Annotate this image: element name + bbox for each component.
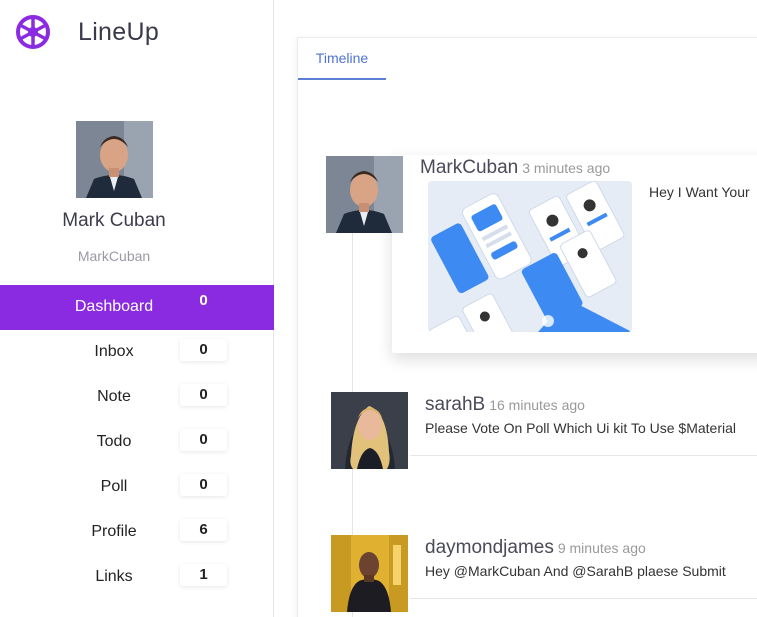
- count-badge: 0: [180, 384, 227, 406]
- sidebar-item-todo[interactable]: Todo 0: [0, 420, 274, 465]
- post-timestamp: 16 minutes ago: [489, 397, 585, 413]
- avatar[interactable]: [331, 535, 408, 612]
- divider: [410, 598, 757, 599]
- brand[interactable]: LineUp: [16, 14, 159, 50]
- sidebar-item-dashboard[interactable]: Dashboard 0: [0, 285, 274, 330]
- sidebar-item-profile[interactable]: Profile 6: [0, 510, 274, 555]
- count-badge: 0: [180, 339, 227, 361]
- post-timestamp: 3 minutes ago: [522, 160, 611, 176]
- post-username[interactable]: MarkCuban: [420, 157, 518, 178]
- count-badge: 6: [180, 519, 227, 541]
- avatar[interactable]: [75, 121, 153, 198]
- post-timestamp: 9 minutes ago: [557, 540, 646, 556]
- tab-timeline[interactable]: Timeline: [298, 38, 386, 80]
- count-badge: 0: [180, 474, 227, 496]
- profile-card: Mark Cuban MarkCuban: [0, 121, 228, 264]
- app-name: LineUp: [78, 17, 160, 46]
- post-header: MarkCuban 3 minutes ago: [420, 157, 610, 179]
- sidebar-item-poll[interactable]: Poll 0: [0, 465, 274, 510]
- divider: [410, 455, 757, 456]
- post-username[interactable]: sarahB: [425, 394, 485, 415]
- sidebar: LineUp Mark Cuban MarkCuban Dashboard 0 …: [0, 0, 274, 617]
- avatar[interactable]: [331, 392, 408, 469]
- profile-handle: MarkCuban: [77, 248, 151, 264]
- hub-icon: [16, 15, 50, 49]
- post-text: Hey I Want Your: [649, 184, 750, 200]
- avatar[interactable]: [326, 156, 403, 233]
- post-header: daymondjames 9 minutes ago: [425, 537, 646, 559]
- count-badge: 1: [180, 564, 227, 586]
- post-text: Hey @MarkCuban And @SarahB plaese Submit: [425, 563, 726, 579]
- post-header: sarahB 16 minutes ago: [425, 394, 585, 416]
- count-badge: 0: [180, 290, 227, 312]
- count-badge: 0: [180, 429, 227, 451]
- profile-name: Mark Cuban: [62, 210, 166, 231]
- sidebar-item-inbox[interactable]: Inbox 0: [0, 330, 274, 375]
- post-text: Please Vote On Poll Which Ui kit To Use …: [425, 420, 736, 436]
- sidebar-item-links[interactable]: Links 1: [0, 555, 274, 600]
- sidebar-nav: Dashboard 0 Inbox 0 Note 0 Todo 0 Poll 0…: [0, 285, 274, 600]
- post-username[interactable]: daymondjames: [425, 537, 554, 558]
- sidebar-item-note[interactable]: Note 0: [0, 375, 274, 420]
- post-image[interactable]: [428, 181, 632, 332]
